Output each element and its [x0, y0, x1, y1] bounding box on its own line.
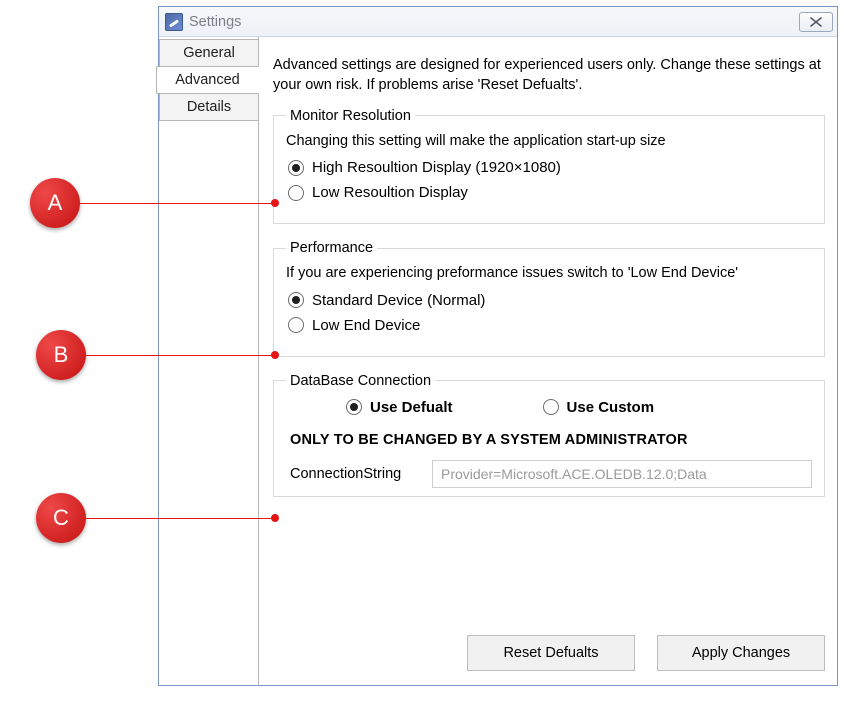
radio-label: Use Defualt	[370, 399, 453, 416]
radio-use-default[interactable]: Use Defualt	[346, 399, 453, 416]
apply-changes-button[interactable]: Apply Changes	[657, 635, 825, 671]
tab-details[interactable]: Details	[159, 93, 259, 121]
radio-icon	[288, 185, 304, 201]
radio-label: Low Resoultion Display	[312, 184, 468, 201]
radio-label: Low End Device	[312, 317, 420, 334]
group-monitor-resolution: Monitor Resolution Changing this setting…	[273, 108, 825, 225]
tab-panel-advanced: Advanced settings are designed for exper…	[258, 37, 837, 685]
annotation-letter: B	[36, 330, 86, 380]
close-icon	[810, 17, 822, 27]
admin-warning: ONLY TO BE CHANGED BY A SYSTEM ADMINISTR…	[290, 432, 812, 448]
group-performance: Performance If you are experiencing pref…	[273, 240, 825, 357]
group-database-connection: DataBase Connection Use Defualt Use Cust…	[273, 373, 825, 497]
settings-window: Settings General Advanced Details Advanc…	[158, 6, 838, 686]
intro-text: Advanced settings are designed for exper…	[273, 55, 825, 96]
radio-label: High Resoultion Display (1920×1080)	[312, 159, 561, 176]
annotation-letter: C	[36, 493, 86, 543]
radio-icon	[288, 317, 304, 333]
tab-general[interactable]: General	[159, 39, 259, 67]
group-description: Changing this setting will make the appl…	[286, 132, 812, 152]
footer-buttons: Reset Defualts Apply Changes	[467, 635, 825, 671]
radio-label: Use Custom	[567, 399, 655, 416]
connection-string-input[interactable]: Provider=Microsoft.ACE.OLEDB.12.0;Data	[432, 460, 812, 488]
radio-use-custom[interactable]: Use Custom	[543, 399, 655, 416]
tab-advanced[interactable]: Advanced	[156, 66, 259, 94]
group-legend: DataBase Connection	[286, 373, 435, 389]
tab-strip: General Advanced Details	[159, 37, 259, 685]
radio-icon	[288, 160, 304, 176]
group-legend: Performance	[286, 240, 377, 256]
radio-standard-device[interactable]: Standard Device (Normal)	[288, 292, 812, 309]
radio-icon	[543, 399, 559, 415]
titlebar: Settings	[159, 7, 837, 37]
group-legend: Monitor Resolution	[286, 108, 415, 124]
radio-low-resolution[interactable]: Low Resoultion Display	[288, 184, 812, 201]
radio-high-resolution[interactable]: High Resoultion Display (1920×1080)	[288, 159, 812, 176]
radio-icon	[288, 292, 304, 308]
group-description: If you are experiencing preformance issu…	[286, 264, 812, 284]
connection-string-label: ConnectionString	[290, 466, 422, 482]
reset-defaults-button[interactable]: Reset Defualts	[467, 635, 635, 671]
close-button[interactable]	[799, 12, 833, 32]
window-title: Settings	[189, 14, 793, 30]
radio-low-end-device[interactable]: Low End Device	[288, 317, 812, 334]
annotation-letter: A	[30, 178, 80, 228]
wrench-icon	[165, 13, 183, 31]
radio-icon	[346, 399, 362, 415]
radio-label: Standard Device (Normal)	[312, 292, 485, 309]
